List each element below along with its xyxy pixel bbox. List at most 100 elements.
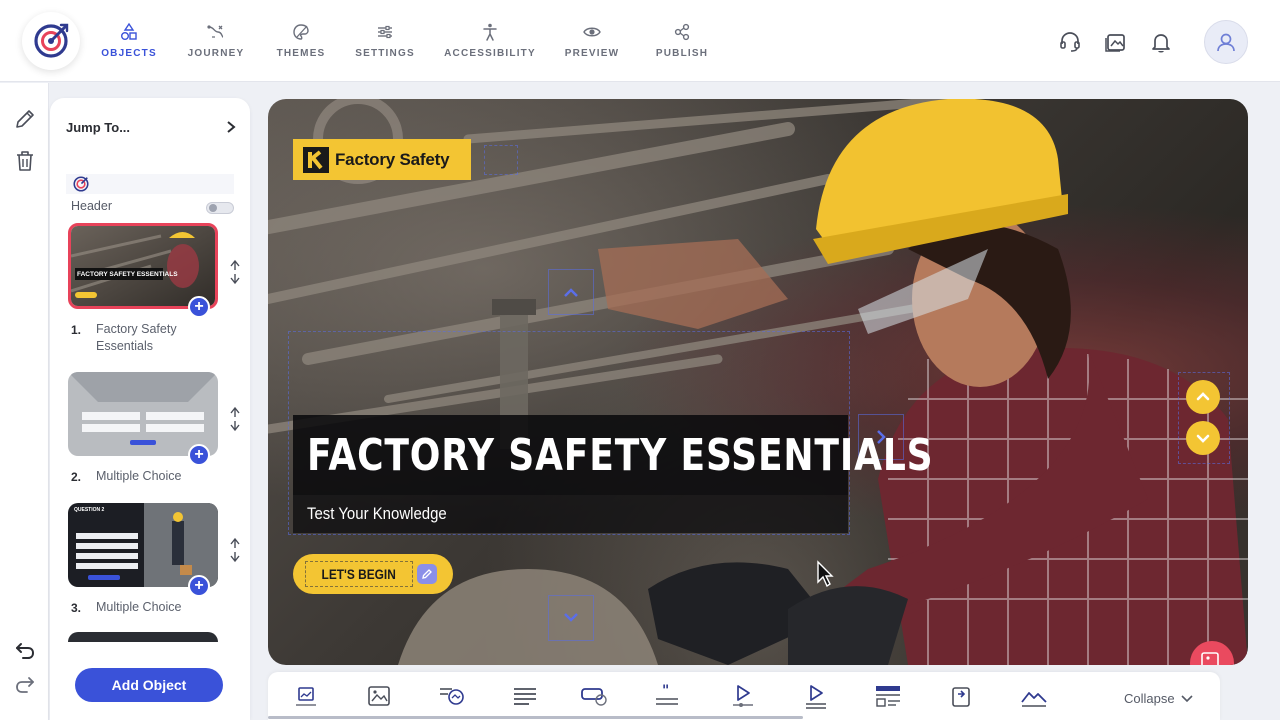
nav-themes-label: THEMES (276, 48, 326, 59)
nav-settings-label: SETTINGS (355, 48, 415, 59)
reorder-arrows-icon[interactable] (228, 406, 242, 432)
lets-begin-button[interactable]: LET'S BEGIN (293, 554, 453, 594)
shapes-icon (121, 22, 137, 40)
user-avatar[interactable] (1204, 20, 1248, 64)
chevron-up-icon (564, 288, 578, 297)
brand-name: Factory Safety (335, 149, 450, 169)
header-toggle[interactable] (206, 202, 234, 214)
next-slide-button[interactable] (1186, 421, 1220, 455)
edit-button-icon[interactable] (417, 564, 437, 584)
nav-publish[interactable]: PUBLISH (655, 22, 709, 62)
trash-icon[interactable] (13, 149, 37, 173)
slide-thumbnail-4-partial[interactable] (68, 632, 218, 642)
target-logo-icon (34, 23, 69, 58)
user-icon (1217, 33, 1235, 52)
slide-number-2: 2. (71, 470, 82, 484)
chevron-down-icon (564, 613, 578, 622)
add-after-slide-3-button[interactable]: + (188, 575, 210, 597)
button-block-icon[interactable] (580, 682, 608, 710)
image-edit-icon (1201, 652, 1219, 665)
tool-rail (0, 83, 49, 720)
app-logo[interactable] (22, 12, 80, 70)
nav-preview[interactable]: PREVIEW (564, 22, 620, 62)
video-text-icon[interactable] (802, 682, 830, 710)
slide-label-3[interactable]: Multiple Choice (96, 599, 216, 616)
video-icon[interactable] (729, 682, 757, 710)
headset-icon[interactable] (1058, 30, 1082, 54)
settings-icon (378, 25, 392, 39)
add-after-slide-1-button[interactable]: + (188, 296, 210, 318)
embed-icon[interactable] (948, 682, 976, 710)
toolbar-scrollbar[interactable] (268, 716, 803, 719)
pencil-icon (422, 569, 432, 579)
object-toolbar: " Collapse (268, 672, 1220, 720)
bell-icon[interactable] (1149, 30, 1173, 54)
share-icon (674, 23, 690, 41)
lets-begin-label: LET'S BEGIN (321, 566, 397, 582)
banner-layout-icon[interactable] (874, 682, 902, 710)
accessibility-icon (483, 23, 497, 41)
chevron-down-icon (1181, 694, 1193, 702)
nav-themes[interactable]: THEMES (276, 22, 326, 62)
button-label-frame: LET'S BEGIN (305, 561, 413, 587)
slide-number-3: 3. (71, 601, 82, 615)
pencil-icon[interactable] (13, 107, 37, 131)
nav-objects[interactable]: OBJECTS (101, 22, 157, 62)
nav-preview-label: PREVIEW (564, 48, 620, 59)
journey-icon (207, 25, 224, 38)
factory-safety-logo[interactable]: Factory Safety (293, 139, 471, 180)
nav-accessibility-label: ACCESSIBILITY (444, 48, 536, 59)
media-action-button[interactable] (1190, 641, 1234, 665)
svg-text:": " (662, 683, 669, 699)
header-label: Header (71, 199, 112, 213)
landscape-icon[interactable] (1020, 682, 1048, 710)
jump-to-dropdown[interactable]: Jump To... (66, 118, 236, 136)
reorder-arrows-icon[interactable] (228, 537, 242, 563)
top-navigation-bar: OBJECTS JOURNEY THEMES SETTINGS ACCESSIB… (0, 0, 1280, 82)
nav-accessibility[interactable]: ACCESSIBILITY (444, 22, 535, 62)
text-image-icon[interactable] (438, 682, 466, 710)
header-logo-preview[interactable] (66, 174, 234, 194)
image-block-icon[interactable] (292, 682, 320, 710)
nav-objects-label: OBJECTS (101, 48, 157, 59)
themes-icon (293, 24, 309, 40)
nav-journey[interactable]: JOURNEY (187, 22, 245, 62)
undo-icon[interactable] (13, 639, 37, 663)
move-down-handle[interactable] (548, 595, 594, 641)
slide-number-1: 1. (71, 323, 82, 337)
mouse-cursor-icon (817, 560, 834, 588)
slide-subtitle: Test Your Knowledge (307, 504, 447, 523)
thumbnail-title: FACTORY SAFETY ESSENTIALS (77, 271, 178, 278)
nav-settings[interactable]: SETTINGS (355, 22, 415, 62)
text-lines-icon[interactable] (511, 682, 539, 710)
chevron-down-icon (1196, 434, 1210, 443)
redo-icon[interactable] (13, 673, 37, 697)
collapse-label: Collapse (1124, 691, 1175, 706)
chevron-up-icon (1196, 392, 1210, 401)
eye-icon (583, 27, 601, 37)
slide-label-1[interactable]: Factory Safety Essentials (96, 321, 216, 355)
slide-title: FACTORY SAFETY ESSENTIALS (307, 429, 934, 481)
move-up-handle[interactable] (548, 269, 594, 315)
nav-publish-label: PUBLISH (655, 48, 709, 59)
add-object-button[interactable]: Add Object (75, 668, 223, 702)
slide-title-block[interactable]: FACTORY SAFETY ESSENTIALS (293, 415, 933, 495)
jump-to-label: Jump To... (66, 119, 131, 135)
chevron-right-icon (227, 121, 236, 133)
slide-subtitle-block[interactable]: Test Your Knowledge (293, 495, 848, 533)
collapse-toolbar-button[interactable]: Collapse (1124, 691, 1193, 706)
objects-panel: Jump To... Header FACTORY SAFETY ESSENTI… (50, 98, 250, 720)
reorder-arrows-icon[interactable] (228, 259, 242, 285)
nav-journey-label: JOURNEY (187, 48, 245, 59)
quote-icon[interactable]: " (653, 682, 681, 710)
brand-k-icon (303, 146, 329, 173)
target-logo-icon (73, 176, 89, 192)
slide-label-2[interactable]: Multiple Choice (96, 468, 216, 485)
selection-guide (484, 145, 518, 175)
media-gallery-icon[interactable] (1104, 30, 1128, 54)
previous-slide-button[interactable] (1186, 380, 1220, 414)
thumbnail-title: QUESTION 2 (74, 507, 105, 513)
slide-canvas[interactable]: Factory Safety FACTORY SAFETY ESSENTIALS… (268, 99, 1248, 665)
picture-icon[interactable] (365, 682, 393, 710)
add-after-slide-2-button[interactable]: + (188, 444, 210, 466)
